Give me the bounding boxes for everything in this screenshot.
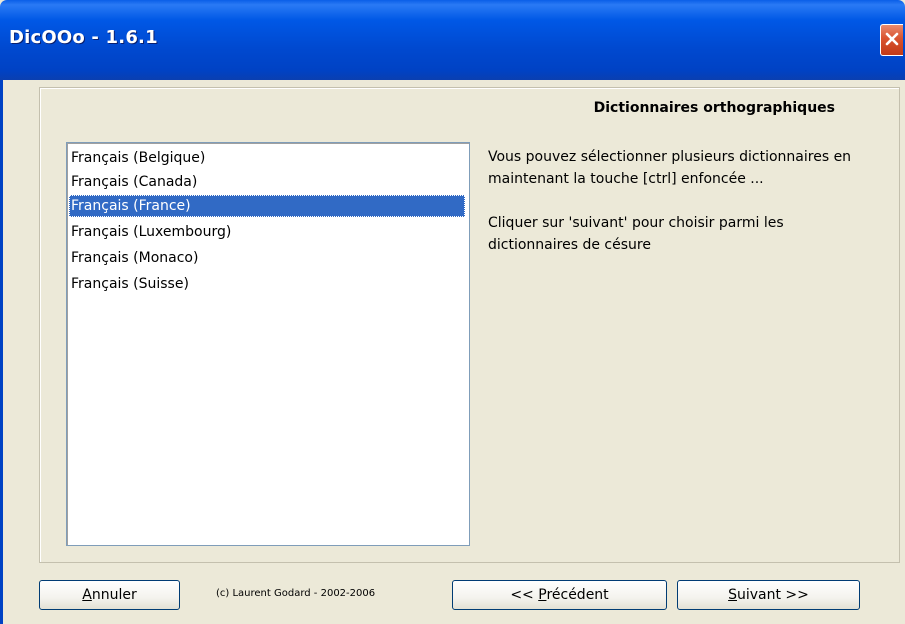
section-heading: Dictionnaires orthographiques	[593, 100, 835, 116]
previous-button[interactable]: << Précédent	[452, 580, 667, 610]
dialog-window: DicOOo - 1.6.1 Dictionnaires orthographi…	[0, 0, 905, 624]
list-item-france[interactable]: Français (France)	[69, 195, 465, 217]
cancel-mnemonic: A	[82, 587, 92, 603]
dictionary-list[interactable]: Français (Belgique) Français (Canada) Fr…	[66, 142, 470, 546]
instructions: Vous pouvez sélectionner plusieurs dicti…	[488, 146, 858, 256]
window-title: DicOOo - 1.6.1	[9, 27, 158, 48]
next-button[interactable]: Suivant >>	[677, 580, 860, 610]
copyright-text: (c) Laurent Godard - 2002-2006	[216, 588, 376, 599]
instruction-multi-select: Vous pouvez sélectionner plusieurs dicti…	[488, 149, 852, 187]
previous-label: récédent	[546, 587, 609, 603]
title-bar[interactable]: DicOOo - 1.6.1	[0, 0, 905, 80]
list-item-belgique[interactable]: Français (Belgique)	[69, 147, 465, 169]
cancel-label: nnuler	[91, 587, 137, 603]
list-item-canada[interactable]: Français (Canada)	[69, 171, 465, 193]
close-button[interactable]	[880, 24, 903, 56]
list-item-luxembourg[interactable]: Français (Luxembourg)	[69, 221, 465, 243]
instruction-next-step: Cliquer sur 'suivant' pour choisir parmi…	[488, 215, 784, 253]
list-item-monaco[interactable]: Français (Monaco)	[69, 247, 465, 269]
cancel-button[interactable]: Annuler	[39, 580, 180, 610]
close-icon	[885, 32, 899, 46]
next-label: uivant >>	[736, 587, 809, 603]
next-mnemonic: S	[728, 587, 737, 603]
window-frame	[0, 80, 3, 624]
list-item-suisse[interactable]: Français (Suisse)	[69, 273, 465, 295]
previous-prefix: <<	[510, 587, 539, 603]
